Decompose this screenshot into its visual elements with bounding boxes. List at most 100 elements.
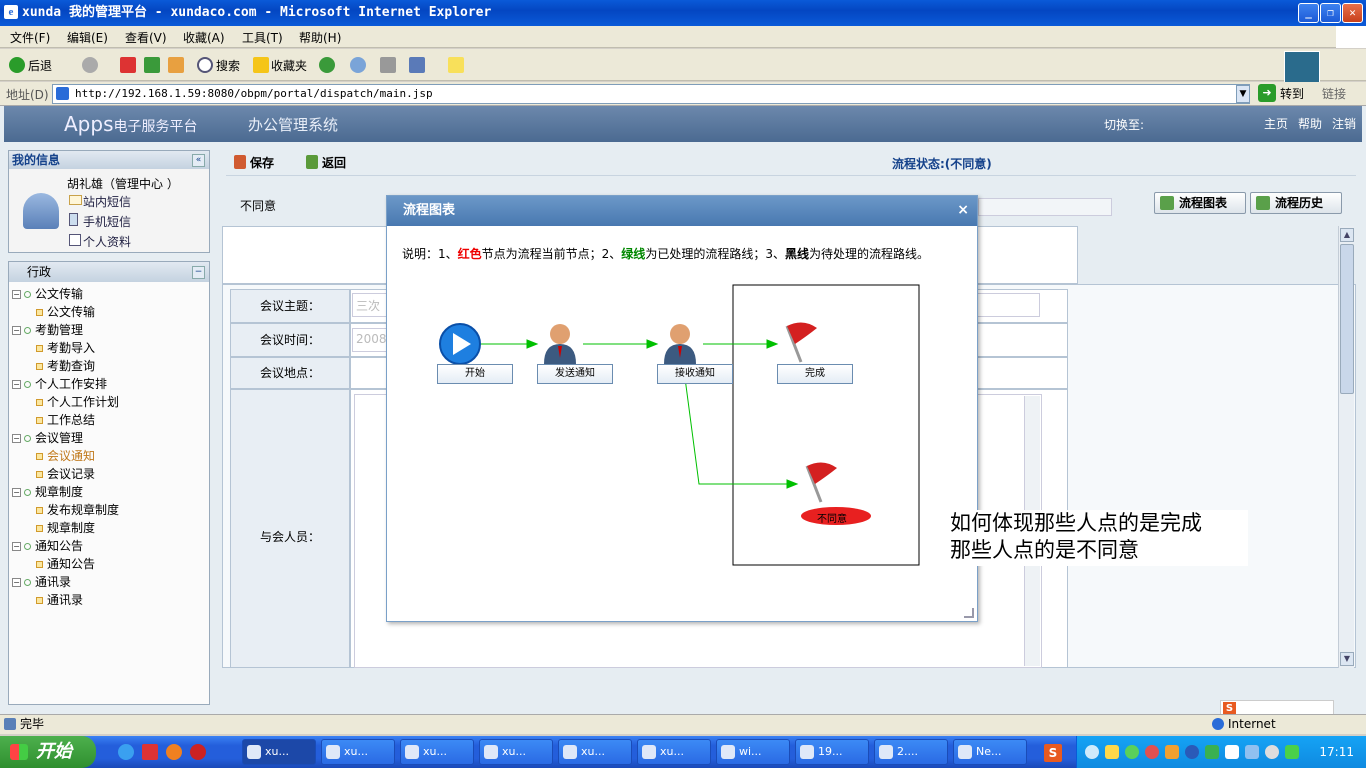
nav-collapse-icon[interactable]: − bbox=[192, 266, 205, 279]
quicklaunch-opera-icon[interactable] bbox=[190, 744, 206, 760]
tray-icon[interactable] bbox=[1285, 745, 1299, 759]
tray-icon[interactable] bbox=[1145, 745, 1159, 759]
tray-icon[interactable] bbox=[1265, 745, 1279, 759]
taskbar-task[interactable]: xu... bbox=[400, 739, 474, 765]
nav-item-contacts[interactable]: 通讯录 bbox=[36, 591, 83, 608]
nav-item-notice[interactable]: 通知公告 bbox=[36, 555, 95, 572]
menu-view[interactable]: 查看(V) bbox=[125, 29, 167, 46]
maximize-button[interactable]: ❐ bbox=[1320, 3, 1341, 23]
nav-group-rules[interactable]: − 规章制度 bbox=[12, 483, 83, 500]
links-button[interactable]: 链接 bbox=[1322, 85, 1346, 102]
taskbar-task[interactable]: xu... bbox=[242, 739, 316, 765]
decision-select[interactable] bbox=[978, 198, 1112, 216]
close-button[interactable]: ✕ bbox=[1342, 3, 1363, 23]
tray-icon[interactable] bbox=[1225, 745, 1239, 759]
nav-item-attendance-import[interactable]: 考勤导入 bbox=[36, 339, 95, 356]
nav-item-meeting-record[interactable]: 会议记录 bbox=[36, 465, 95, 482]
taskbar-task[interactable]: Ne... bbox=[953, 739, 1027, 765]
tray-icon[interactable] bbox=[1105, 745, 1119, 759]
nav-group-personal[interactable]: − 个人工作安排 bbox=[12, 375, 107, 392]
menu-tools[interactable]: 工具(T) bbox=[242, 29, 283, 46]
page-scrollbar[interactable]: ▲ ▼ bbox=[1338, 226, 1354, 668]
tray-icon[interactable] bbox=[1245, 745, 1259, 759]
expand-icon[interactable]: − bbox=[12, 488, 21, 497]
nav-item-work-summary[interactable]: 工作总结 bbox=[36, 411, 95, 428]
favorites-button[interactable]: 收藏夹 bbox=[271, 57, 307, 74]
taskbar-task[interactable]: 19... bbox=[795, 739, 869, 765]
node-done[interactable]: 完成 bbox=[777, 364, 853, 384]
expand-icon[interactable]: − bbox=[12, 578, 21, 587]
nav-item-meeting-notice[interactable]: 会议通知 bbox=[36, 447, 95, 464]
node-receive-notice[interactable]: 接收通知 bbox=[657, 364, 733, 384]
expand-icon[interactable]: − bbox=[12, 542, 21, 551]
taskbar-task[interactable]: xu... bbox=[321, 739, 395, 765]
search-icon[interactable] bbox=[197, 57, 213, 73]
nav-item-publish-rules[interactable]: 发布规章制度 bbox=[36, 501, 119, 518]
mobile-sms-link[interactable]: 手机短信 bbox=[83, 213, 131, 230]
tray-icon[interactable] bbox=[1125, 745, 1139, 759]
go-arrow-icon[interactable]: ➜ bbox=[1258, 84, 1276, 102]
mail-icon[interactable] bbox=[350, 57, 366, 73]
messenger-icon[interactable] bbox=[448, 57, 464, 73]
taskbar-task[interactable]: xu... bbox=[479, 739, 553, 765]
expand-icon[interactable]: − bbox=[12, 326, 21, 335]
quicklaunch-firefox-icon[interactable] bbox=[166, 744, 182, 760]
logout-link[interactable]: 注销 bbox=[1332, 115, 1356, 132]
nav-item-doc-transfer[interactable]: 公文传输 bbox=[36, 303, 95, 320]
sogou-ime-icon[interactable]: S bbox=[1044, 744, 1062, 762]
address-dropdown-icon[interactable]: ▼ bbox=[1236, 85, 1250, 103]
menu-help[interactable]: 帮助(H) bbox=[299, 29, 341, 46]
help-link[interactable]: 帮助 bbox=[1298, 115, 1322, 132]
tray-icon[interactable] bbox=[1185, 745, 1199, 759]
home-icon[interactable] bbox=[168, 57, 184, 73]
minimize-button[interactable]: _ bbox=[1298, 3, 1319, 23]
scroll-up-icon[interactable]: ▲ bbox=[1340, 228, 1354, 242]
back-arrow-icon[interactable] bbox=[9, 57, 25, 73]
nav-group-notice[interactable]: − 通知公告 bbox=[12, 537, 83, 554]
expand-icon[interactable]: − bbox=[12, 290, 21, 299]
menu-edit[interactable]: 编辑(E) bbox=[67, 29, 108, 46]
quicklaunch-ie-icon[interactable] bbox=[118, 744, 134, 760]
save-button[interactable]: 保存 bbox=[250, 154, 274, 171]
forward-arrow-icon[interactable] bbox=[82, 57, 98, 73]
return-button[interactable]: 返回 bbox=[322, 154, 346, 171]
nav-group-meeting[interactable]: − 会议管理 bbox=[12, 429, 83, 446]
stop-icon[interactable] bbox=[120, 57, 136, 73]
tray-icon[interactable] bbox=[1205, 745, 1219, 759]
taskbar-task[interactable]: xu... bbox=[637, 739, 711, 765]
favorites-star-icon[interactable] bbox=[253, 57, 269, 73]
nav-group-doc[interactable]: − 公文传输 bbox=[12, 285, 83, 302]
nav-item-rules[interactable]: 规章制度 bbox=[36, 519, 95, 536]
node-send-notice[interactable]: 发送通知 bbox=[537, 364, 613, 384]
nav-item-attendance-query[interactable]: 考勤查询 bbox=[36, 357, 95, 374]
edit-icon[interactable] bbox=[409, 57, 425, 73]
address-input[interactable]: http://192.168.1.59:8080/obpm/portal/dis… bbox=[52, 84, 1250, 104]
nav-item-work-plan[interactable]: 个人工作计划 bbox=[36, 393, 119, 410]
collapse-left-icon[interactable]: « bbox=[192, 154, 205, 167]
profile-link[interactable]: 个人资料 bbox=[83, 233, 131, 250]
search-button[interactable]: 搜索 bbox=[216, 57, 240, 74]
taskbar-task[interactable]: wi... bbox=[716, 739, 790, 765]
expand-icon[interactable]: − bbox=[12, 434, 21, 443]
back-button[interactable]: 后退 bbox=[28, 57, 52, 74]
expand-icon[interactable]: − bbox=[12, 380, 21, 389]
quicklaunch-mail-icon[interactable] bbox=[142, 744, 158, 760]
tray-icon[interactable] bbox=[1085, 745, 1099, 759]
menu-favorites[interactable]: 收藏(A) bbox=[183, 29, 225, 46]
taskbar-task[interactable]: 2.... bbox=[874, 739, 948, 765]
node-start[interactable]: 开始 bbox=[437, 364, 513, 384]
media-icon[interactable] bbox=[319, 57, 335, 73]
refresh-icon[interactable] bbox=[144, 57, 160, 73]
taskbar-task[interactable]: xu... bbox=[558, 739, 632, 765]
go-button[interactable]: 转到 bbox=[1280, 85, 1304, 102]
home-link[interactable]: 主页 bbox=[1264, 115, 1288, 132]
resize-grip-icon[interactable] bbox=[964, 608, 974, 618]
node-reject[interactable]: 不同意 bbox=[817, 510, 847, 525]
sms-link[interactable]: 站内短信 bbox=[83, 193, 131, 210]
nav-group-contacts[interactable]: − 通讯录 bbox=[12, 573, 71, 590]
menu-file[interactable]: 文件(F) bbox=[10, 29, 50, 46]
print-icon[interactable] bbox=[380, 57, 396, 73]
tray-icon[interactable] bbox=[1165, 745, 1179, 759]
scroll-thumb[interactable] bbox=[1340, 244, 1354, 394]
scroll-down-icon[interactable]: ▼ bbox=[1340, 652, 1354, 666]
